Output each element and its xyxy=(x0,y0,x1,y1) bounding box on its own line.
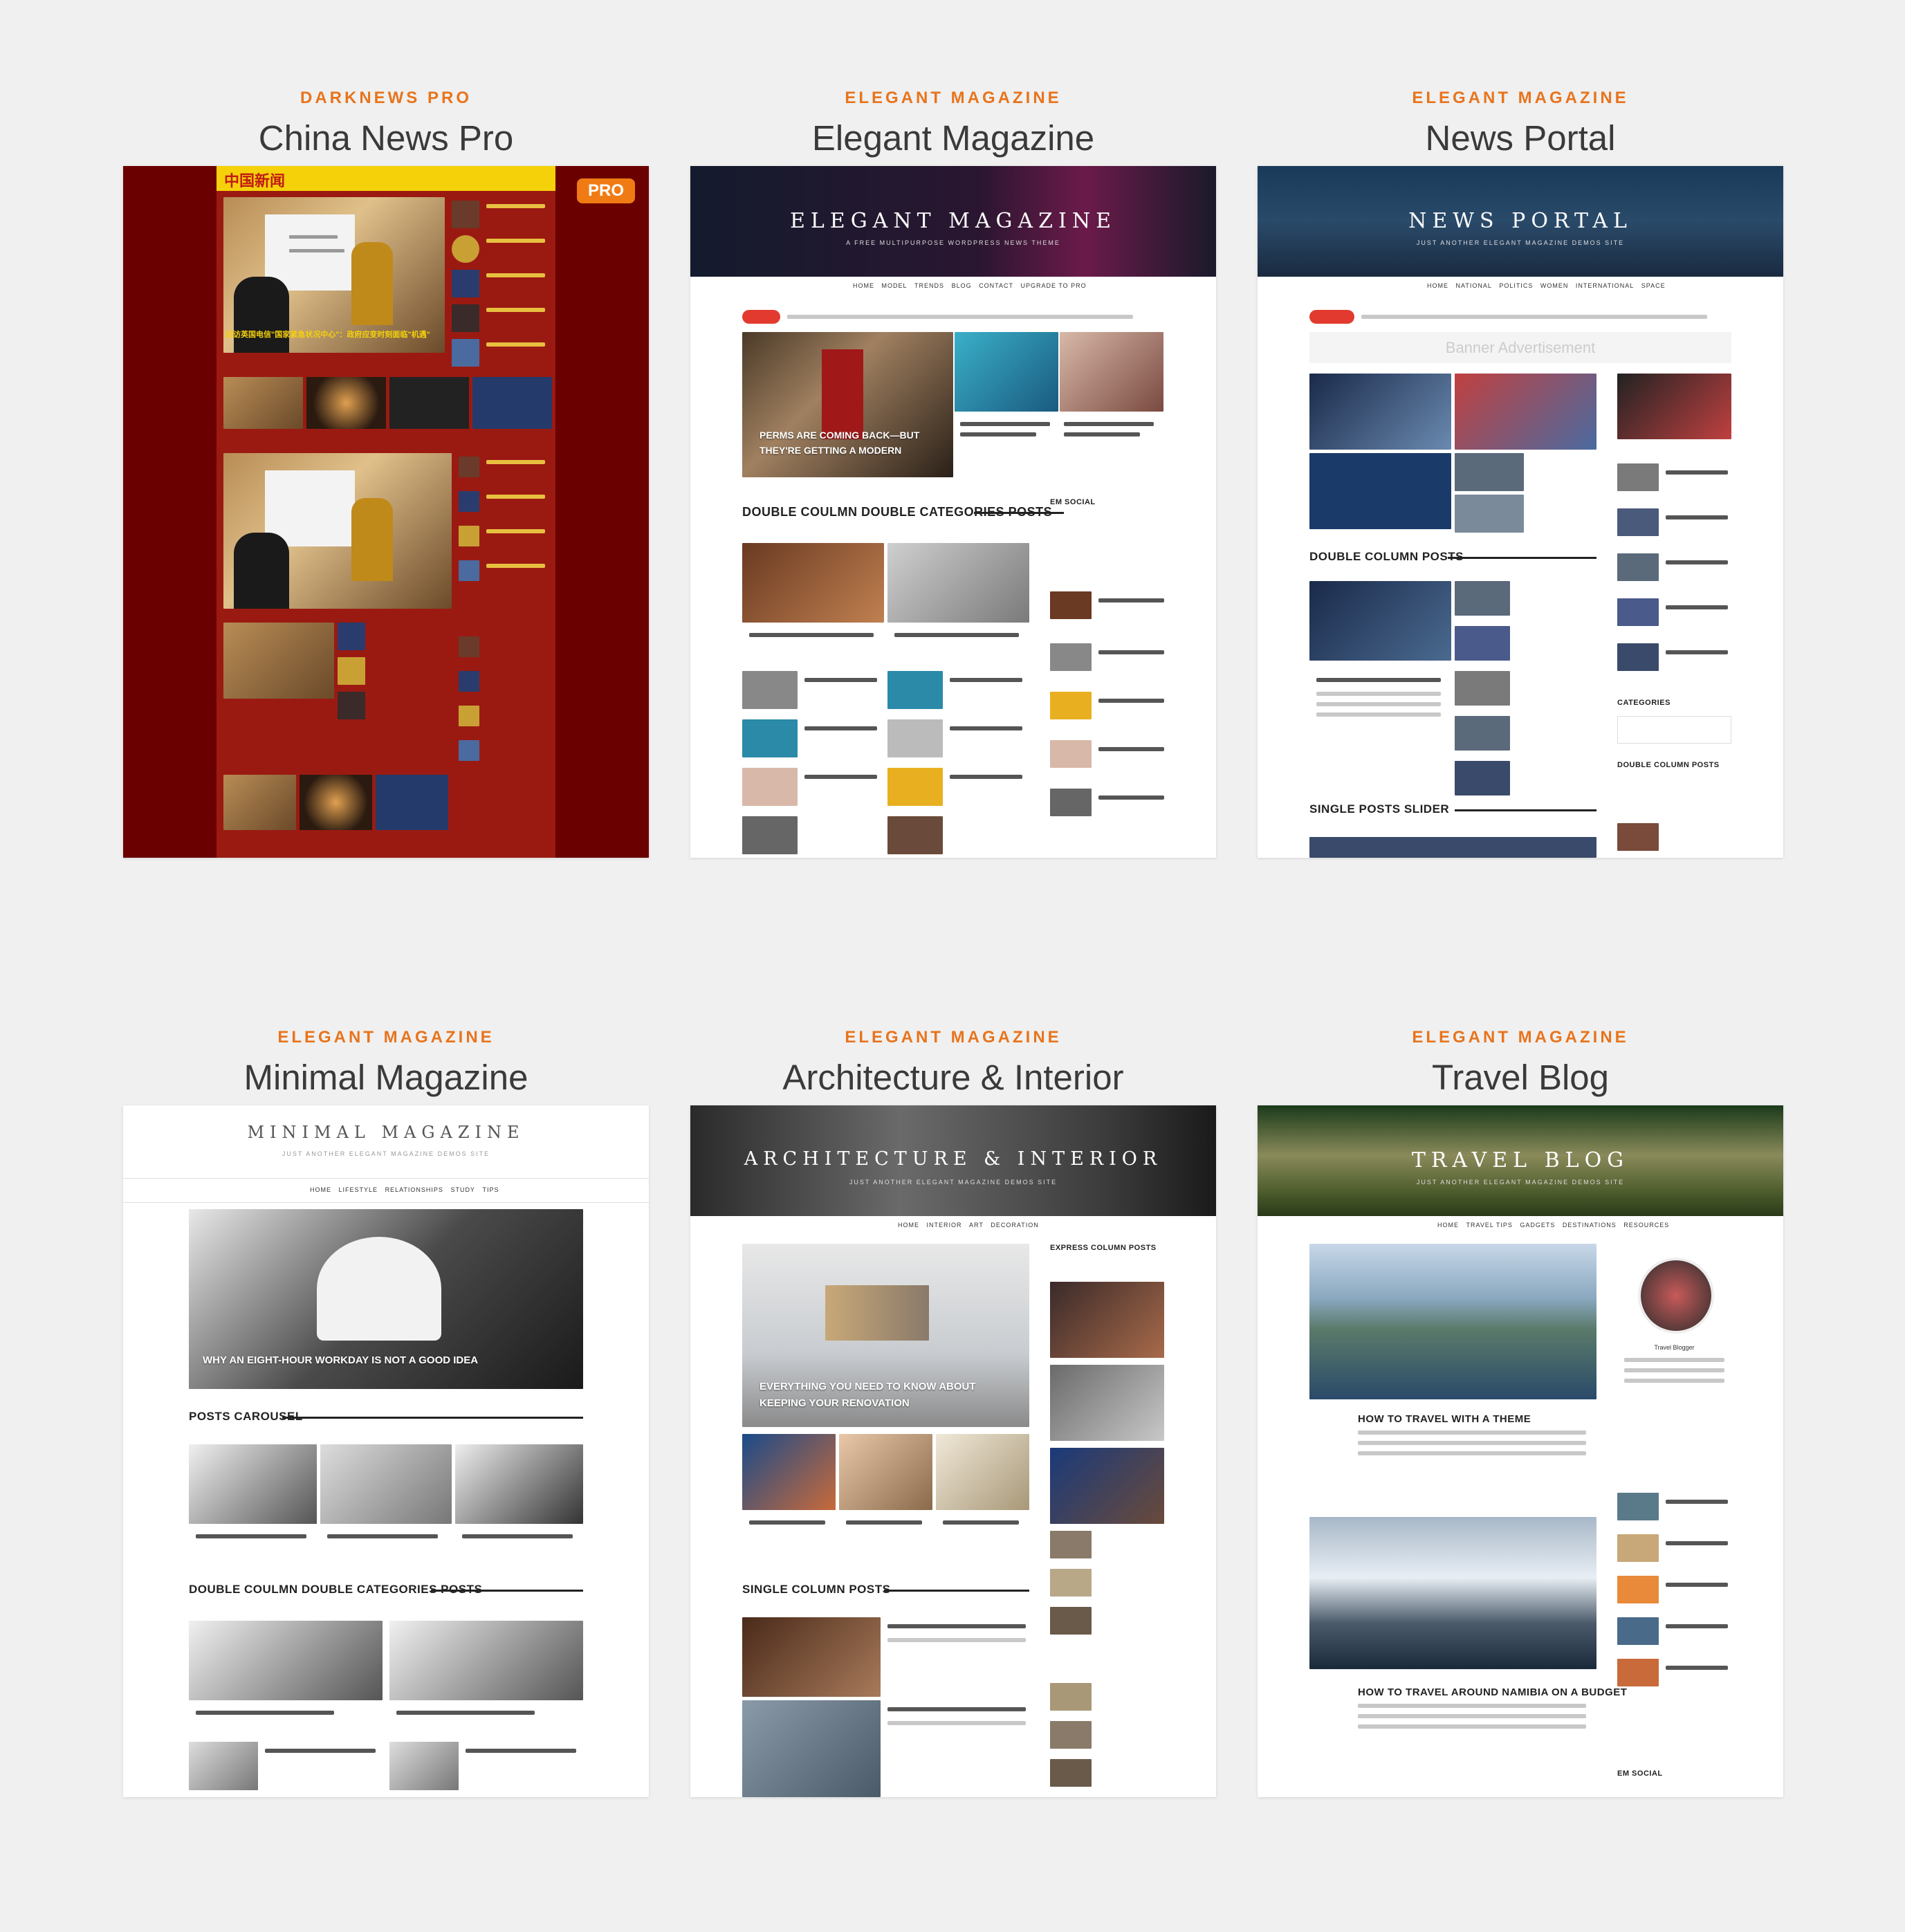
theme-subtitle: ELEGANT MAGAZINE xyxy=(845,89,1062,107)
preview-hero-caption: EVERYTHING YOU NEED TO KNOW ABOUT KEEPIN… xyxy=(760,1381,976,1409)
preview-nav: HOME NATIONAL POLITICS WOMEN INTERNATION… xyxy=(1427,282,1666,289)
preview-section-title-2: SINGLE POSTS SLIDER xyxy=(1309,802,1450,816)
theme-subtitle: DARKNEWS PRO xyxy=(300,89,472,107)
preview-section-title: DOUBLE COLUMN POSTS xyxy=(1309,550,1464,563)
preview-section-title: SINGLE COLUMN POSTS xyxy=(742,1583,891,1596)
preview-banner: Banner Advertisement xyxy=(1309,332,1731,363)
theme-title[interactable]: Travel Blog xyxy=(1258,1057,1783,1098)
preview-site-title: 中国新闻 xyxy=(224,173,286,190)
preview-site-tagline: JUST ANOTHER ELEGANT MAGAZINE DEMOS SITE xyxy=(282,1150,490,1157)
preview-post-1: HOW TO TRAVEL WITH A THEME xyxy=(1358,1413,1531,1425)
preview-post-2: HOW TO TRAVEL AROUND NAMIBIA ON A BUDGET xyxy=(1358,1686,1628,1698)
theme-subtitle: ELEGANT MAGAZINE xyxy=(1412,1028,1629,1047)
preview-site-tagline: A FREE MULTIPURPOSE WORDPRESS NEWS THEME xyxy=(846,239,1060,246)
theme-subtitle: ELEGANT MAGAZINE xyxy=(1412,89,1629,107)
theme-subtitle: ELEGANT MAGAZINE xyxy=(845,1028,1062,1047)
theme-preview-image[interactable]: NEWS PORTAL JUST ANOTHER ELEGANT MAGAZIN… xyxy=(1258,166,1783,858)
preview-sidebar-title: CATEGORIES xyxy=(1617,699,1671,707)
theme-title[interactable]: China News Pro xyxy=(123,118,649,158)
preview-sidebar-title-2: DOUBLE COLUMN POSTS xyxy=(1617,761,1720,769)
theme-subtitle: ELEGANT MAGAZINE xyxy=(277,1028,495,1047)
preview-site-tagline: JUST ANOTHER ELEGANT MAGAZINE DEMOS SITE xyxy=(1416,1179,1625,1186)
preview-site-title: TRAVEL BLOG xyxy=(1411,1148,1630,1172)
theme-title[interactable]: Architecture & Interior xyxy=(690,1057,1216,1098)
preview-site-tagline: JUST ANOTHER ELEGANT MAGAZINE DEMOS SITE xyxy=(1416,239,1625,246)
preview-nav: HOME TRAVEL TIPS GADGETS DESTINATIONS RE… xyxy=(1437,1222,1670,1229)
pro-badge: PRO xyxy=(576,178,635,203)
theme-preview-image[interactable]: ARCHITECTURE & INTERIOR JUST ANOTHER ELE… xyxy=(690,1105,1216,1797)
preview-nav: HOME LIFESTYLE RELATIONSHIPS STUDY TIPS xyxy=(310,1186,499,1193)
preview-nav: HOME MODEL TRENDS BLOG CONTACT UPGRADE T… xyxy=(853,282,1087,289)
theme-title[interactable]: Elegant Magazine xyxy=(690,118,1216,158)
preview-site-title: ELEGANT MAGAZINE xyxy=(789,209,1116,233)
preview-hero-caption: WHY AN EIGHT-HOUR WORKDAY IS NOT A GOOD … xyxy=(203,1354,479,1366)
preview-headline: 回访英国电信"国家紧急状况中心"：政府应变时刻面临"机遇" xyxy=(226,331,430,339)
preview-hero-caption: PERMS ARE COMING BACK—BUT THEY'RE GETTIN… xyxy=(760,430,920,456)
preview-sidebar-title: EM SOCIAL xyxy=(1050,498,1096,506)
theme-preview-image[interactable]: MINIMAL MAGAZINE JUST ANOTHER ELEGANT MA… xyxy=(123,1105,649,1797)
preview-sidebar-title: EXPRESS COLUMN POSTS xyxy=(1050,1244,1157,1252)
preview-site-title: ARCHITECTURE & INTERIOR xyxy=(744,1148,1163,1170)
preview-site-tagline: JUST ANOTHER ELEGANT MAGAZINE DEMOS SITE xyxy=(849,1179,1058,1186)
preview-sidebar-title: EM SOCIAL xyxy=(1617,1769,1663,1778)
theme-preview-image[interactable]: 中国新闻 回访英国电信"国家紧急状况中心"：政府应变时刻面临"机遇" PRO xyxy=(123,166,649,858)
theme-preview-image[interactable]: TRAVEL BLOG JUST ANOTHER ELEGANT MAGAZIN… xyxy=(1258,1105,1783,1797)
preview-site-title: NEWS PORTAL xyxy=(1408,209,1632,233)
theme-title[interactable]: Minimal Magazine xyxy=(123,1057,649,1098)
preview-nav: HOME INTERIOR ART DECORATION xyxy=(898,1222,1039,1229)
theme-preview-image[interactable]: ELEGANT MAGAZINE A FREE MULTIPURPOSE WOR… xyxy=(690,166,1216,858)
preview-sidebar-label: Travel Blogger xyxy=(1654,1344,1695,1351)
theme-title[interactable]: News Portal xyxy=(1258,118,1783,158)
preview-site-title: MINIMAL MAGAZINE xyxy=(247,1123,525,1142)
